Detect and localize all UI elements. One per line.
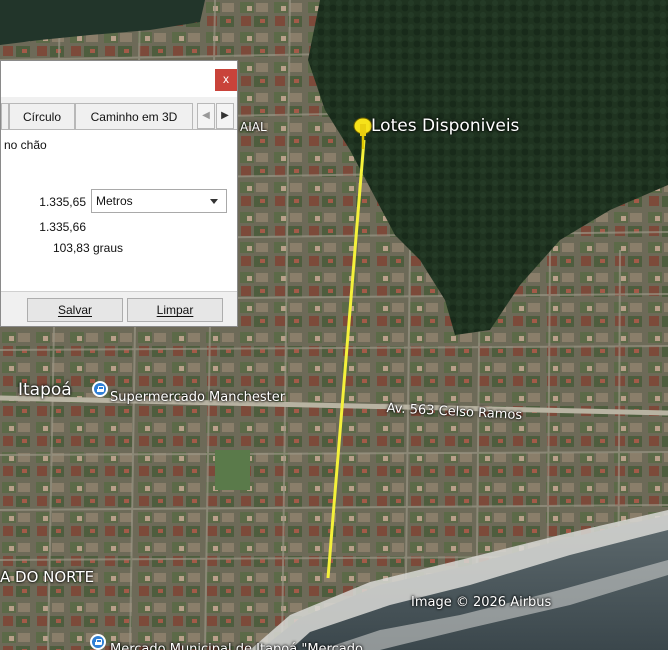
tab-scroll-left-icon[interactable]: ◀ <box>197 103 215 129</box>
map-length-value: 1.335,66 <box>39 220 86 234</box>
dialog-titlebar[interactable]: x <box>1 61 237 97</box>
ground-length-value: 1.335,65 <box>39 195 86 209</box>
tab-3d-path[interactable]: Caminho em 3D <box>75 103 193 129</box>
imagery-attribution: Image © 2026 Airbus <box>411 595 552 610</box>
tab-partial-left[interactable] <box>1 103 9 129</box>
tab-scroll-right-icon[interactable]: ▶ <box>216 103 234 129</box>
heading-value: 103,83 graus <box>52 241 123 255</box>
locality-label-partial: AIAL <box>240 120 267 134</box>
supermarket-pin-icon[interactable] <box>92 381 108 397</box>
district-label: A DO NORTE <box>0 568 95 586</box>
market-label-partial[interactable]: Mercado Municipal de Itapoá "Mercado <box>110 642 363 650</box>
close-button[interactable]: x <box>215 69 237 91</box>
unit-select[interactable]: Metros <box>91 189 227 213</box>
supermarket-label[interactable]: Supermercado Manchester <box>110 390 285 405</box>
chevron-down-icon <box>210 199 218 204</box>
placemark-label[interactable]: Lotes Disponiveis <box>371 116 519 136</box>
unit-select-value: Metros <box>96 194 133 208</box>
market-pin-icon[interactable] <box>90 634 106 650</box>
ground-label: no chão <box>4 138 47 152</box>
tab-circle[interactable]: Círculo <box>9 103 75 129</box>
clear-button[interactable]: Limpar <box>127 298 223 322</box>
town-label: Itapoá <box>18 380 72 400</box>
save-button[interactable]: Salvar <box>27 298 123 322</box>
ruler-dialog: x Círculo Caminho em 3D ◀ ▶ no chão 1.33… <box>0 60 238 327</box>
